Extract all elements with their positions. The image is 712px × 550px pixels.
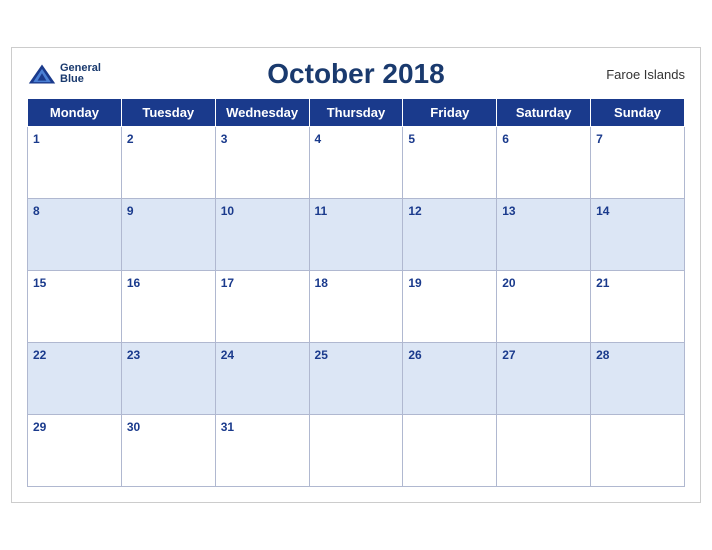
week-row-2: 8 9 10 11 12 13 14	[28, 199, 685, 271]
day-number: 15	[33, 276, 46, 290]
calendar-cell: 12	[403, 199, 497, 271]
calendar-cell: 16	[121, 271, 215, 343]
calendar-cell: 6	[497, 127, 591, 199]
calendar-cell	[403, 415, 497, 487]
calendar-cell: 7	[591, 127, 685, 199]
calendar-cell: 8	[28, 199, 122, 271]
calendar-cell: 3	[215, 127, 309, 199]
month-title: October 2018	[267, 58, 444, 90]
day-number: 28	[596, 348, 609, 362]
calendar-table: Monday Tuesday Wednesday Thursday Friday…	[27, 98, 685, 487]
header-sunday: Sunday	[591, 99, 685, 127]
general-blue-logo-icon	[27, 63, 57, 85]
week-row-4: 22 23 24 25 26 27 28	[28, 343, 685, 415]
day-number: 8	[33, 204, 40, 218]
week-row-1: 1 2 3 4 5 6 7	[28, 127, 685, 199]
day-number: 13	[502, 204, 515, 218]
calendar-cell: 4	[309, 127, 403, 199]
calendar-cell: 23	[121, 343, 215, 415]
calendar-cell: 10	[215, 199, 309, 271]
week-row-3: 15 16 17 18 19 20 21	[28, 271, 685, 343]
day-number: 12	[408, 204, 421, 218]
calendar-body: 1234567891011121314151617181920212223242…	[28, 127, 685, 487]
calendar-cell: 5	[403, 127, 497, 199]
day-number: 19	[408, 276, 421, 290]
day-number: 3	[221, 132, 228, 146]
calendar-cell: 20	[497, 271, 591, 343]
day-number: 10	[221, 204, 234, 218]
day-number: 14	[596, 204, 609, 218]
header-monday: Monday	[28, 99, 122, 127]
calendar-cell: 21	[591, 271, 685, 343]
calendar-header: General Blue October 2018 Faroe Islands	[27, 58, 685, 90]
calendar-cell: 24	[215, 343, 309, 415]
logo-blue-text: Blue	[60, 74, 101, 85]
calendar-container: General Blue October 2018 Faroe Islands …	[11, 47, 701, 503]
calendar-cell: 25	[309, 343, 403, 415]
calendar-cell: 13	[497, 199, 591, 271]
day-header-row: Monday Tuesday Wednesday Thursday Friday…	[28, 99, 685, 127]
day-number: 24	[221, 348, 234, 362]
calendar-cell: 2	[121, 127, 215, 199]
calendar-cell: 17	[215, 271, 309, 343]
calendar-cell: 27	[497, 343, 591, 415]
day-number: 29	[33, 420, 46, 434]
calendar-cell: 19	[403, 271, 497, 343]
day-number: 18	[315, 276, 328, 290]
day-number: 5	[408, 132, 415, 146]
day-number: 26	[408, 348, 421, 362]
region-label: Faroe Islands	[606, 67, 685, 82]
day-number: 30	[127, 420, 140, 434]
calendar-cell	[309, 415, 403, 487]
day-number: 9	[127, 204, 134, 218]
calendar-cell: 1	[28, 127, 122, 199]
calendar-cell: 31	[215, 415, 309, 487]
header-tuesday: Tuesday	[121, 99, 215, 127]
calendar-cell: 28	[591, 343, 685, 415]
day-number: 27	[502, 348, 515, 362]
calendar-cell: 15	[28, 271, 122, 343]
calendar-cell: 11	[309, 199, 403, 271]
day-number: 1	[33, 132, 40, 146]
calendar-cell: 9	[121, 199, 215, 271]
day-number: 17	[221, 276, 234, 290]
day-number: 22	[33, 348, 46, 362]
logo-wrapper: General Blue	[27, 63, 101, 85]
logo-area: General Blue	[27, 63, 101, 85]
day-number: 31	[221, 420, 234, 434]
header-thursday: Thursday	[309, 99, 403, 127]
calendar-cell: 14	[591, 199, 685, 271]
day-number: 23	[127, 348, 140, 362]
day-number: 2	[127, 132, 134, 146]
day-number: 20	[502, 276, 515, 290]
calendar-cell: 22	[28, 343, 122, 415]
day-number: 11	[315, 204, 328, 218]
header-wednesday: Wednesday	[215, 99, 309, 127]
day-number: 16	[127, 276, 140, 290]
calendar-cell: 26	[403, 343, 497, 415]
header-friday: Friday	[403, 99, 497, 127]
day-number: 4	[315, 132, 322, 146]
day-number: 25	[315, 348, 328, 362]
header-saturday: Saturday	[497, 99, 591, 127]
calendar-cell: 18	[309, 271, 403, 343]
week-row-5: 29 30 31	[28, 415, 685, 487]
logo-text-block: General Blue	[60, 63, 101, 85]
day-number: 6	[502, 132, 509, 146]
calendar-cell: 29	[28, 415, 122, 487]
calendar-cell	[591, 415, 685, 487]
calendar-cell: 30	[121, 415, 215, 487]
calendar-cell	[497, 415, 591, 487]
day-number: 7	[596, 132, 603, 146]
day-number: 21	[596, 276, 609, 290]
